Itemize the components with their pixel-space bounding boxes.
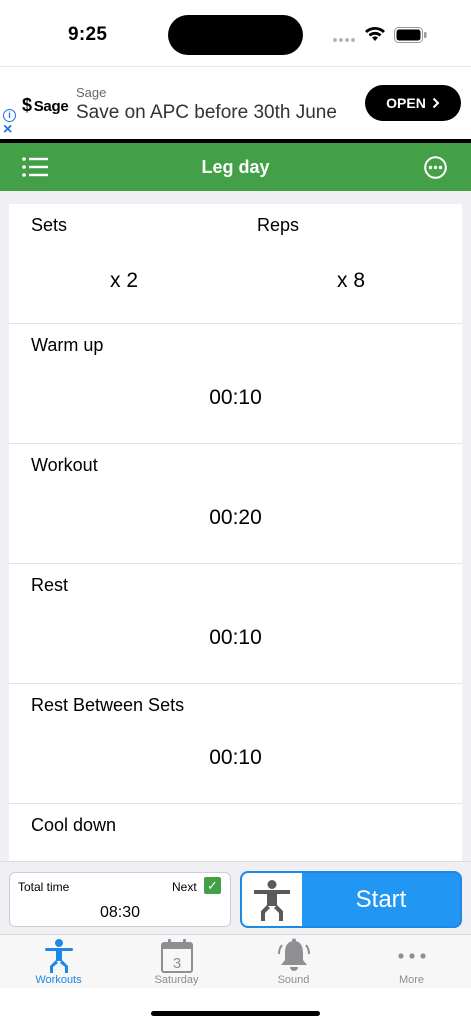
reps-value[interactable]: x 8 <box>291 269 411 293</box>
setting-value[interactable]: 00:10 <box>9 746 462 770</box>
setting-row-cool-down[interactable]: Cool down <box>9 804 462 861</box>
dynamic-island <box>168 15 303 55</box>
setting-value[interactable]: 00:10 <box>9 386 462 410</box>
setting-label: Warm up <box>31 335 104 355</box>
total-time-value: 08:30 <box>99 904 141 921</box>
cellular-signal-icon <box>333 38 355 42</box>
home-indicator[interactable] <box>151 1011 320 1016</box>
calendar-day: 3 <box>173 955 181 972</box>
tab-workouts[interactable]: Workouts <box>0 935 117 989</box>
status-time: 9:25 <box>68 24 108 45</box>
calendar-icon: 3 <box>161 939 193 973</box>
ad-open-label: OPEN <box>386 95 426 111</box>
settings-card: Sets Reps x 2 x 8 Warm up 00:10 Workout … <box>9 204 462 861</box>
sets-value[interactable]: x 2 <box>64 269 184 293</box>
home-area <box>0 988 471 1024</box>
ad-banner[interactable]: i × $ Sage Sage Save on APC before 30th J… <box>0 66 471 140</box>
tab-more[interactable]: More <box>353 935 470 989</box>
setting-label: Cool down <box>31 815 117 835</box>
action-bar: Total time Next ✓ 08:30 Start <box>0 861 471 934</box>
ad-logo: $ Sage <box>22 95 69 115</box>
setting-label: Workout <box>31 455 98 475</box>
tab-label: Workouts <box>35 974 82 986</box>
setting-value[interactable]: 00:20 <box>9 506 462 530</box>
start-button[interactable]: Start <box>240 871 462 928</box>
more-options-icon[interactable] <box>424 156 447 179</box>
tab-saturday[interactable]: 3 Saturday <box>118 935 235 989</box>
workout-settings: Sets Reps x 2 x 8 Warm up 00:10 Workout … <box>0 191 471 861</box>
wifi-icon <box>365 27 385 41</box>
ad-open-button[interactable]: OPEN <box>365 85 461 121</box>
setting-label: Rest <box>31 575 69 595</box>
total-time-label: Total time <box>18 880 70 894</box>
setting-label: Rest Between Sets <box>31 695 185 715</box>
chevron-right-icon <box>432 97 440 109</box>
tab-label: More <box>398 974 425 986</box>
next-checkbox[interactable]: ✓ <box>204 877 221 894</box>
ad-sponsor: Sage <box>76 85 107 100</box>
page-title: Leg day <box>201 157 270 177</box>
close-icon[interactable]: × <box>3 122 12 138</box>
bell-icon <box>278 938 310 971</box>
status-bar: 9:25 <box>0 0 471 66</box>
battery-icon <box>394 27 427 43</box>
setting-row-workout[interactable]: Workout 00:20 <box>9 444 462 564</box>
tab-label: Saturday <box>154 974 199 986</box>
next-label: Next <box>172 880 197 894</box>
reps-label: Reps <box>257 215 300 235</box>
sets-reps-row[interactable]: Sets Reps x 2 x 8 <box>9 204 462 324</box>
start-label: Start <box>355 886 407 913</box>
ad-headline[interactable]: Save on APC before 30th June <box>76 102 337 124</box>
setting-row-rest[interactable]: Rest 00:10 <box>9 564 462 684</box>
tab-bar: Workouts 3 Saturday Sound More <box>0 934 471 988</box>
tab-sound[interactable]: Sound <box>235 935 352 989</box>
setting-row-rest-between-sets[interactable]: Rest Between Sets 00:10 <box>9 684 462 804</box>
figure-icon <box>45 939 73 973</box>
sets-label: Sets <box>31 215 68 235</box>
more-dots-icon <box>398 953 426 959</box>
exercise-figure-icon <box>242 873 302 926</box>
total-time-box: Total time Next ✓ 08:30 <box>9 872 231 927</box>
tab-label: Sound <box>277 974 310 986</box>
app-header: Leg day <box>0 143 471 191</box>
setting-row-warm-up[interactable]: Warm up 00:10 <box>9 324 462 444</box>
setting-value[interactable]: 00:10 <box>9 626 462 650</box>
